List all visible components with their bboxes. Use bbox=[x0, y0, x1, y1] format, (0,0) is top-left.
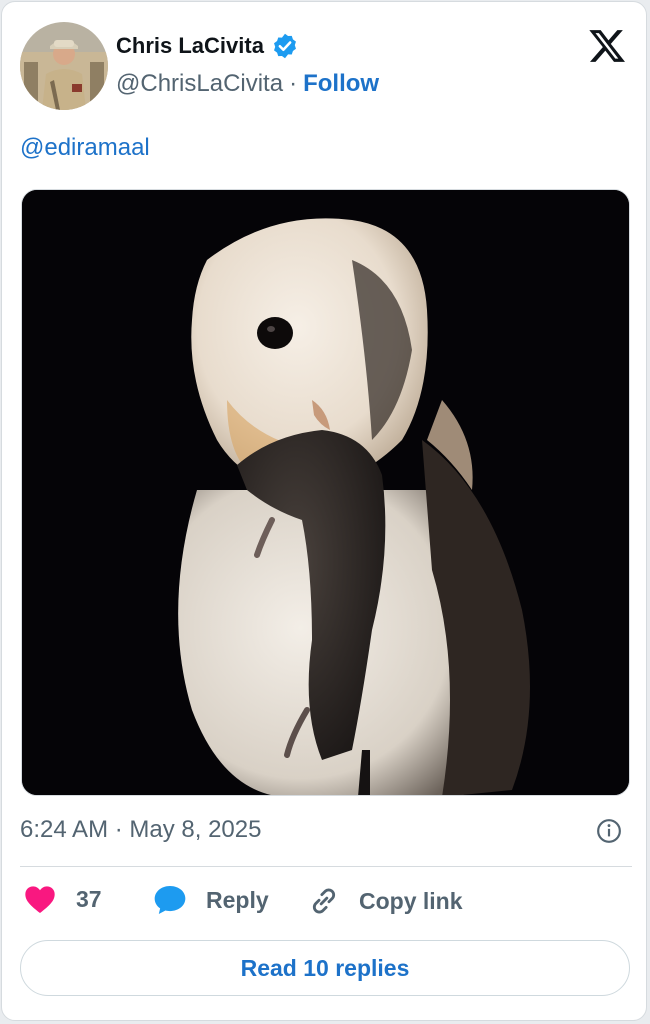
author-name-row: Chris LaCivita bbox=[116, 32, 299, 60]
like-button[interactable]: 37 bbox=[24, 884, 102, 914]
tweet-timestamp[interactable]: 6:24 AM · May 8, 2025 bbox=[20, 816, 261, 844]
tweet-media-photo[interactable] bbox=[21, 189, 630, 796]
avatar[interactable] bbox=[20, 22, 108, 110]
reply-label: Reply bbox=[206, 886, 269, 913]
heart-icon bbox=[25, 886, 55, 913]
divider bbox=[20, 866, 632, 867]
info-icon[interactable] bbox=[596, 818, 622, 844]
copy-link-button[interactable]: Copy link bbox=[307, 884, 463, 918]
like-count: 37 bbox=[76, 885, 102, 912]
author-name[interactable]: Chris LaCivita bbox=[116, 33, 264, 59]
copy-link-label: Copy link bbox=[359, 887, 463, 914]
tweet-card: Chris LaCivita @ChrisLaCivita · Follow @… bbox=[1, 1, 647, 1021]
follow-button[interactable]: Follow bbox=[303, 70, 379, 98]
separator-dot: · bbox=[289, 70, 298, 97]
x-logo-icon[interactable] bbox=[587, 26, 627, 66]
author-handle-row: @ChrisLaCivita · Follow bbox=[116, 70, 379, 98]
verified-badge-icon bbox=[273, 33, 296, 59]
read-replies-button[interactable]: Read 10 replies bbox=[20, 940, 630, 996]
speech-bubble-icon bbox=[154, 886, 186, 914]
owl-photo bbox=[22, 190, 629, 795]
tweet-text-mention[interactable]: @ediramaal bbox=[20, 134, 150, 162]
author-handle[interactable]: @ChrisLaCivita bbox=[116, 70, 283, 98]
reply-button[interactable]: Reply bbox=[152, 884, 269, 916]
link-icon bbox=[312, 888, 336, 914]
